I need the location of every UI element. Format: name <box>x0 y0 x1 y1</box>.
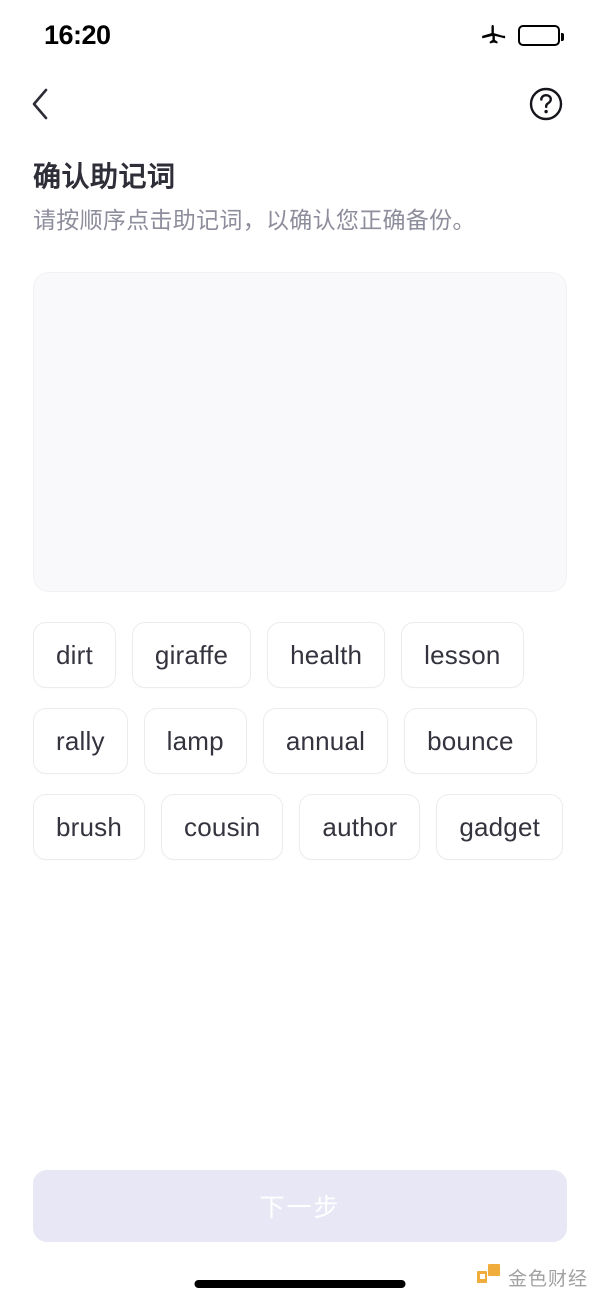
word-chip-gadget[interactable]: gadget <box>436 794 564 860</box>
word-chip-author[interactable]: author <box>299 794 421 860</box>
navigation-bar <box>0 75 600 137</box>
airplane-icon <box>480 20 506 51</box>
watermark: 金色财经 <box>476 1264 588 1291</box>
word-chip-rally[interactable]: rally <box>33 708 128 774</box>
chevron-left-icon <box>29 87 51 126</box>
jinse-logo-icon <box>476 1264 501 1291</box>
word-chip-giraffe[interactable]: giraffe <box>131 622 252 688</box>
status-indicators <box>480 20 564 51</box>
word-bank: dirt giraffe health lesson rally lamp annual bo… <box>33 622 567 860</box>
status-time: 16:20 <box>44 19 111 50</box>
page-title: 确认助记词 <box>33 161 176 192</box>
selected-words-dropzone[interactable] <box>33 272 567 592</box>
page-subtitle: 请按顺序点击助记词，以确认您正确备份。 <box>33 207 476 233</box>
word-chip-cousin[interactable]: cousin <box>161 794 284 860</box>
word-chip-annual[interactable]: annual <box>262 708 389 774</box>
help-circle-icon <box>528 86 564 127</box>
word-chip-lesson[interactable]: lesson <box>401 622 524 688</box>
heading-block: 确认助记词 请按顺序点击助记词，以确认您正确备份。 <box>33 158 567 236</box>
app-screen: 16:20 确认助记词 请按顺序点击助记词，以确认您正确备份。 dirt gir… <box>0 0 600 1299</box>
word-chip-brush[interactable]: brush <box>33 794 146 860</box>
word-chip-health[interactable]: health <box>267 622 386 688</box>
battery-icon <box>518 24 564 46</box>
help-button[interactable] <box>526 86 566 126</box>
watermark-text: 金色财经 <box>507 1269 588 1290</box>
next-button[interactable]: 下一步 <box>33 1170 567 1242</box>
home-indicator <box>194 1280 406 1288</box>
back-button[interactable] <box>18 84 62 128</box>
status-bar: 16:20 <box>0 0 600 70</box>
word-chip-dirt[interactable]: dirt <box>33 622 116 688</box>
word-chip-bounce[interactable]: bounce <box>404 708 537 774</box>
word-chip-lamp[interactable]: lamp <box>143 708 247 774</box>
